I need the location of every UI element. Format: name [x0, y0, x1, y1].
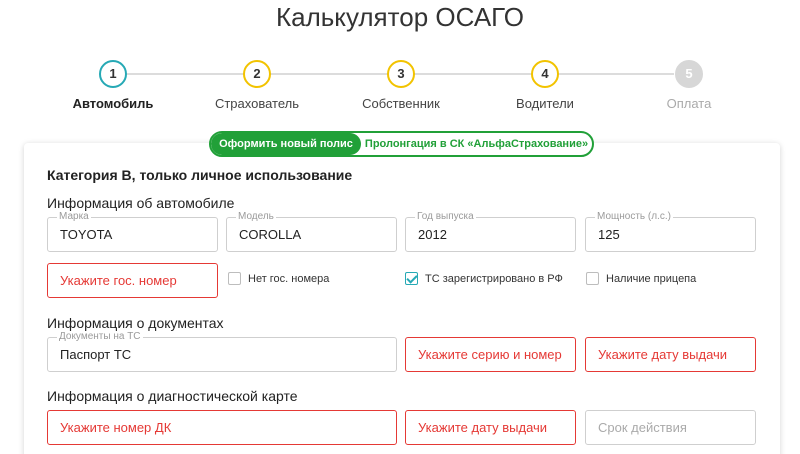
- step-number: 3: [387, 60, 415, 88]
- progress-stepper: 1 Автомобиль 2 Страхователь 3 Собственни…: [0, 60, 800, 116]
- year-label: Год выпуска: [415, 211, 476, 223]
- checkbox-box[interactable]: [586, 272, 599, 285]
- plate-number-error: Укажите гос. номер: [60, 273, 177, 288]
- step-label: Водители: [516, 96, 574, 111]
- checkbox-box[interactable]: [405, 272, 418, 285]
- registered-rf-checkbox[interactable]: ТС зарегистрировано в РФ: [405, 272, 563, 285]
- doc-date-field[interactable]: Укажите дату выдачи: [585, 337, 756, 372]
- step-label: Страхователь: [214, 96, 300, 111]
- step-number: 2: [243, 60, 271, 88]
- step-voditeli[interactable]: 4 Водители: [485, 60, 605, 111]
- doc-type-value: Паспорт ТС: [60, 347, 132, 362]
- doc-type-field[interactable]: Документы на ТС Паспорт ТС: [47, 331, 397, 372]
- form-card: [24, 143, 780, 454]
- power-field[interactable]: Мощность (л.с.) 125: [585, 211, 756, 252]
- power-value: 125: [598, 227, 620, 242]
- model-value: COROLLA: [239, 227, 302, 242]
- diag-number-error: Укажите номер ДК: [60, 420, 172, 435]
- diag-number-field[interactable]: Укажите номер ДК: [47, 410, 397, 445]
- trailer-checkbox[interactable]: Наличие прицепа: [586, 272, 696, 285]
- diag-date-field[interactable]: Укажите дату выдачи: [405, 410, 576, 445]
- no-plate-label: Нет гос. номера: [248, 272, 330, 285]
- step-label: Оплата: [666, 96, 712, 111]
- docs-info-heading: Информация о документах: [47, 315, 224, 331]
- doc-type-label: Документы на ТС: [57, 331, 143, 343]
- step-number: 4: [531, 60, 559, 88]
- policy-type-toggle: Оформить новый полис Пролонгация в СК «А…: [209, 131, 594, 157]
- no-plate-checkbox[interactable]: Нет гос. номера: [228, 272, 329, 285]
- category-heading: Категория B, только личное использование: [47, 167, 353, 183]
- trailer-label: Наличие прицепа: [606, 272, 697, 285]
- step-number: 5: [675, 60, 703, 88]
- checkbox-box[interactable]: [228, 272, 241, 285]
- step-sobstvennik[interactable]: 3 Собственник: [341, 60, 461, 111]
- step-label: Автомобиль: [72, 96, 154, 111]
- model-field[interactable]: Модель COROLLA: [226, 211, 397, 252]
- make-label: Марка: [57, 211, 91, 223]
- step-number: 1: [99, 60, 127, 88]
- validity-placeholder: Срок действия: [598, 420, 687, 435]
- step-strahovatel[interactable]: 2 Страхователь: [197, 60, 317, 111]
- step-oplata: 5 Оплата: [629, 60, 749, 111]
- series-number-error: Укажите серию и номер: [418, 347, 562, 362]
- make-field[interactable]: Марка TOYOTA: [47, 211, 218, 252]
- year-value: 2012: [418, 227, 447, 242]
- registered-rf-label: ТС зарегистрировано в РФ: [425, 272, 563, 285]
- series-number-field[interactable]: Укажите серию и номер: [405, 337, 576, 372]
- doc-date-error: Укажите дату выдачи: [598, 347, 728, 362]
- validity-field[interactable]: Срок действия: [585, 410, 756, 445]
- step-label: Собственник: [362, 96, 440, 111]
- plate-number-field[interactable]: Укажите гос. номер: [47, 263, 218, 298]
- model-label: Модель: [236, 211, 276, 223]
- diag-card-heading: Информация о диагностической карте: [47, 388, 298, 404]
- step-avtomobil[interactable]: 1 Автомобиль: [53, 60, 173, 111]
- page-title: Калькулятор ОСАГО: [275, 2, 525, 32]
- year-field[interactable]: Год выпуска 2012: [405, 211, 576, 252]
- make-value: TOYOTA: [60, 227, 113, 242]
- car-info-heading: Информация об автомобиле: [47, 195, 235, 211]
- prolongation-tab[interactable]: Пролонгация в СК «АльфаСтрахование»: [361, 133, 592, 155]
- power-label: Мощность (л.с.): [595, 211, 673, 223]
- diag-date-error: Укажите дату выдачи: [418, 420, 548, 435]
- new-policy-tab[interactable]: Оформить новый полис: [211, 133, 361, 155]
